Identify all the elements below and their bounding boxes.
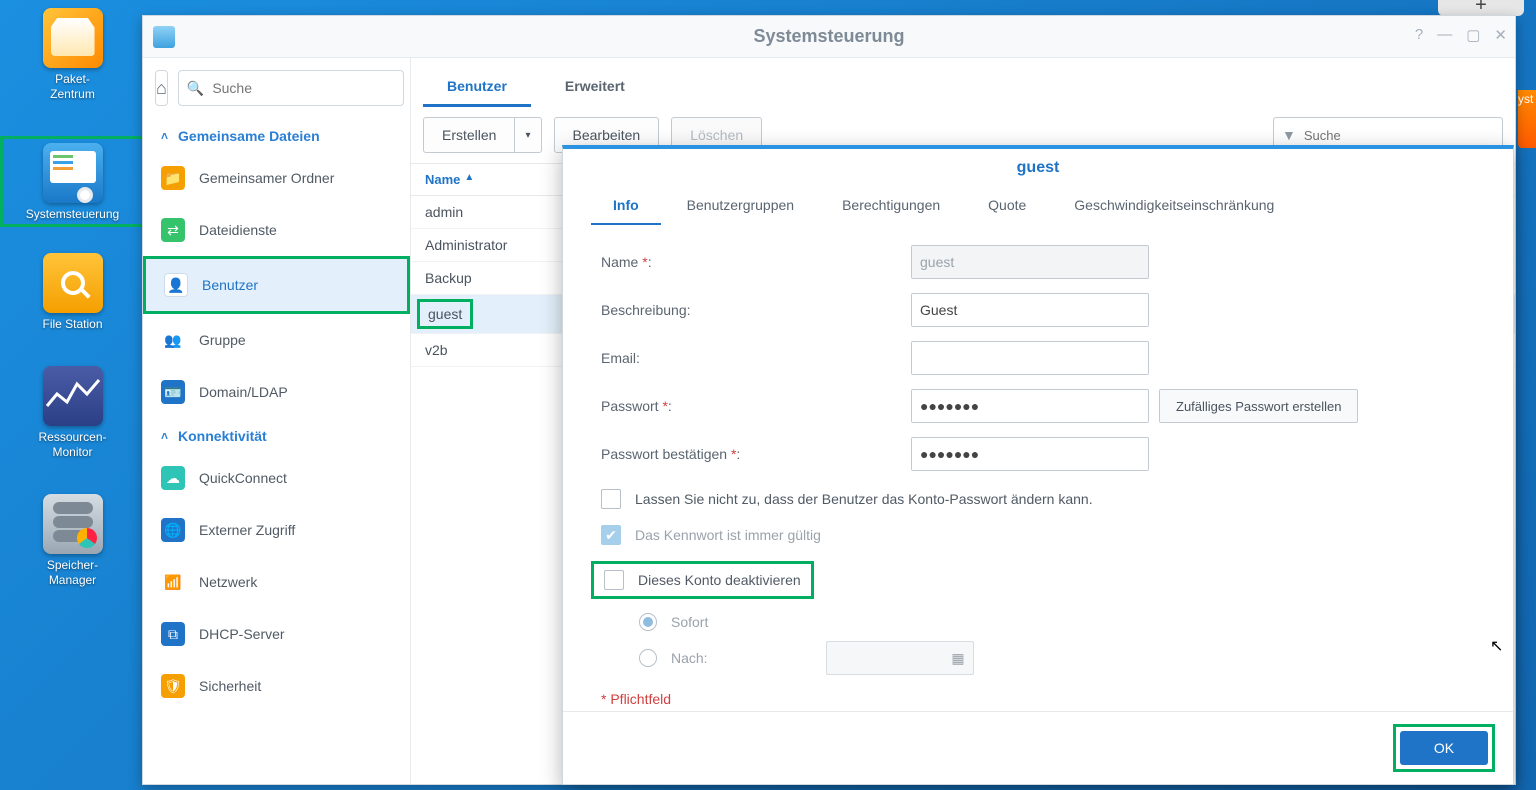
modal-body: Name *: Beschreibung: Email: Passwort *:… (563, 225, 1513, 711)
radio-icon (639, 613, 657, 631)
checkbox-icon (601, 489, 621, 509)
modal-footer: OK (563, 711, 1513, 784)
modal-tabs: Info Benutzergruppen Berechtigungen Quot… (563, 187, 1513, 225)
input-pass2[interactable] (911, 437, 1149, 471)
titlebar[interactable]: Systemsteuerung ? — ▢ ✕ (143, 16, 1515, 58)
sort-asc-icon: ▲ (464, 172, 474, 187)
chevron-up-icon: ˄ (161, 129, 168, 143)
col-name: Name (425, 172, 460, 187)
checkbox-deactivate-account[interactable]: Dieses Konto deaktivieren (591, 561, 814, 599)
globe-icon: 🌐 (161, 518, 185, 542)
ok-button[interactable]: OK (1400, 731, 1488, 765)
toolbar-search-input[interactable] (1302, 127, 1494, 144)
checkbox-disallow-pwchange[interactable]: Lassen Sie nicht zu, dass der Benutzer d… (601, 485, 1475, 513)
sidebar-item-dhcp[interactable]: ⧉ DHCP-Server (143, 608, 410, 660)
sidebar-group-label: Konnektivität (178, 428, 267, 444)
table-row-guest: guest (417, 299, 473, 329)
create-button[interactable]: Erstellen (423, 117, 515, 153)
required-note: * Pflichtfeld (601, 691, 1475, 707)
tab-erweitert[interactable]: Erweitert (541, 68, 649, 107)
random-password-button[interactable]: Zufälliges Passwort erstellen (1159, 389, 1358, 423)
group-icon: 👥 (161, 328, 185, 352)
home-icon: ⌂ (156, 78, 167, 99)
desktop-icon-systemsteuerung[interactable]: Systemsteuerung (0, 136, 145, 227)
input-pass[interactable] (911, 389, 1149, 423)
checkbox-icon (604, 570, 624, 590)
taskbar-new-tab[interactable]: + (1438, 0, 1524, 16)
tab-benutzer[interactable]: Benutzer (423, 68, 531, 107)
label-pass: Passwort *: (601, 398, 911, 414)
sidebar-search-input[interactable] (210, 79, 395, 97)
modal-tab-speed[interactable]: Geschwindigkeitseinschränkung (1052, 187, 1296, 225)
label-pass2: Passwort bestätigen *: (601, 446, 911, 462)
input-name (911, 245, 1149, 279)
sidebar-group-label: Gemeinsame Dateien (178, 128, 320, 144)
sidebar-group-files[interactable]: ˄ Gemeinsame Dateien (143, 118, 410, 152)
desktop-icon-ressourcenmonitor[interactable]: Ressourcen- Monitor (0, 366, 145, 460)
home-button[interactable]: ⌂ (155, 70, 168, 106)
sidebar-item-benutzer[interactable]: 👤 Benutzer (143, 256, 410, 314)
sidebar-item-external-access[interactable]: 🌐 Externer Zugriff (143, 504, 410, 556)
minimize-icon[interactable]: — (1437, 26, 1452, 44)
filter-icon: ▼ (1282, 127, 1296, 143)
input-desc[interactable] (911, 293, 1149, 327)
modal-tab-info[interactable]: Info (591, 187, 661, 225)
sidebar: ⌂ 🔍 ˄ Gemeinsame Dateien 📁 Gemeinsamer O… (143, 58, 411, 784)
modal-tab-permissions[interactable]: Berechtigungen (820, 187, 962, 225)
window-title: Systemsteuerung (143, 26, 1515, 47)
create-dropdown[interactable]: ▾ (515, 117, 541, 153)
desktop-icon-speichermanager[interactable]: Speicher- Manager (0, 494, 145, 588)
modal-tab-quota[interactable]: Quote (966, 187, 1048, 225)
label-desc: Beschreibung: (601, 302, 911, 318)
shield-icon: 🛡 (161, 674, 185, 698)
modal-title: guest (563, 149, 1513, 187)
sidebar-search[interactable]: 🔍 (178, 70, 404, 106)
radio-sofort: Sofort (639, 613, 1475, 631)
sidebar-item-fileservices[interactable]: ⇄ Dateidienste (143, 204, 410, 256)
sidebar-item-quickconnect[interactable]: ☁ QuickConnect (143, 452, 410, 504)
network-icon: 📶 (161, 570, 185, 594)
input-email[interactable] (911, 341, 1149, 375)
help-icon[interactable]: ? (1415, 26, 1423, 44)
checkbox-password-always-valid: ✔ Das Kennwort ist immer gültig (601, 521, 1475, 549)
radio-icon (639, 649, 657, 667)
label-name: Name *: (601, 254, 911, 270)
close-icon[interactable]: ✕ (1494, 26, 1507, 44)
modal-edit-user: guest Info Benutzergruppen Berechtigunge… (562, 145, 1514, 785)
maximize-icon[interactable]: ▢ (1466, 26, 1480, 44)
chevron-up-icon: ˄ (161, 429, 168, 443)
calendar-icon: ▦ (951, 650, 964, 667)
transfer-icon: ⇄ (161, 218, 185, 242)
dhcp-icon: ⧉ (161, 622, 185, 646)
id-icon: 🪪 (161, 380, 185, 404)
desktop-icon-filestation[interactable]: File Station (0, 253, 145, 332)
sidebar-item-domain-ldap[interactable]: 🪪 Domain/LDAP (143, 366, 410, 418)
radio-nach: Nach: ▦ (639, 641, 1475, 675)
date-field: ▦ (826, 641, 974, 675)
checkbox-icon: ✔ (601, 525, 621, 545)
sidebar-item-gruppe[interactable]: 👥 Gruppe (143, 314, 410, 366)
folder-icon: 📁 (161, 166, 185, 190)
background-app-sliver: yst (1518, 90, 1536, 148)
sidebar-item-shared-folder[interactable]: 📁 Gemeinsamer Ordner (143, 152, 410, 204)
sidebar-group-connectivity[interactable]: ˄ Konnektivität (143, 418, 410, 452)
modal-tab-groups[interactable]: Benutzergruppen (665, 187, 816, 225)
desktop-icon-paketzentrum[interactable]: Paket- Zentrum (0, 8, 145, 102)
label-email: Email: (601, 350, 911, 366)
cloud-icon: ☁ (161, 466, 185, 490)
sidebar-item-netzwerk[interactable]: 📶 Netzwerk (143, 556, 410, 608)
search-icon: 🔍 (187, 80, 204, 97)
user-icon: 👤 (164, 273, 188, 297)
sidebar-item-sicherheit[interactable]: 🛡 Sicherheit (143, 660, 410, 712)
